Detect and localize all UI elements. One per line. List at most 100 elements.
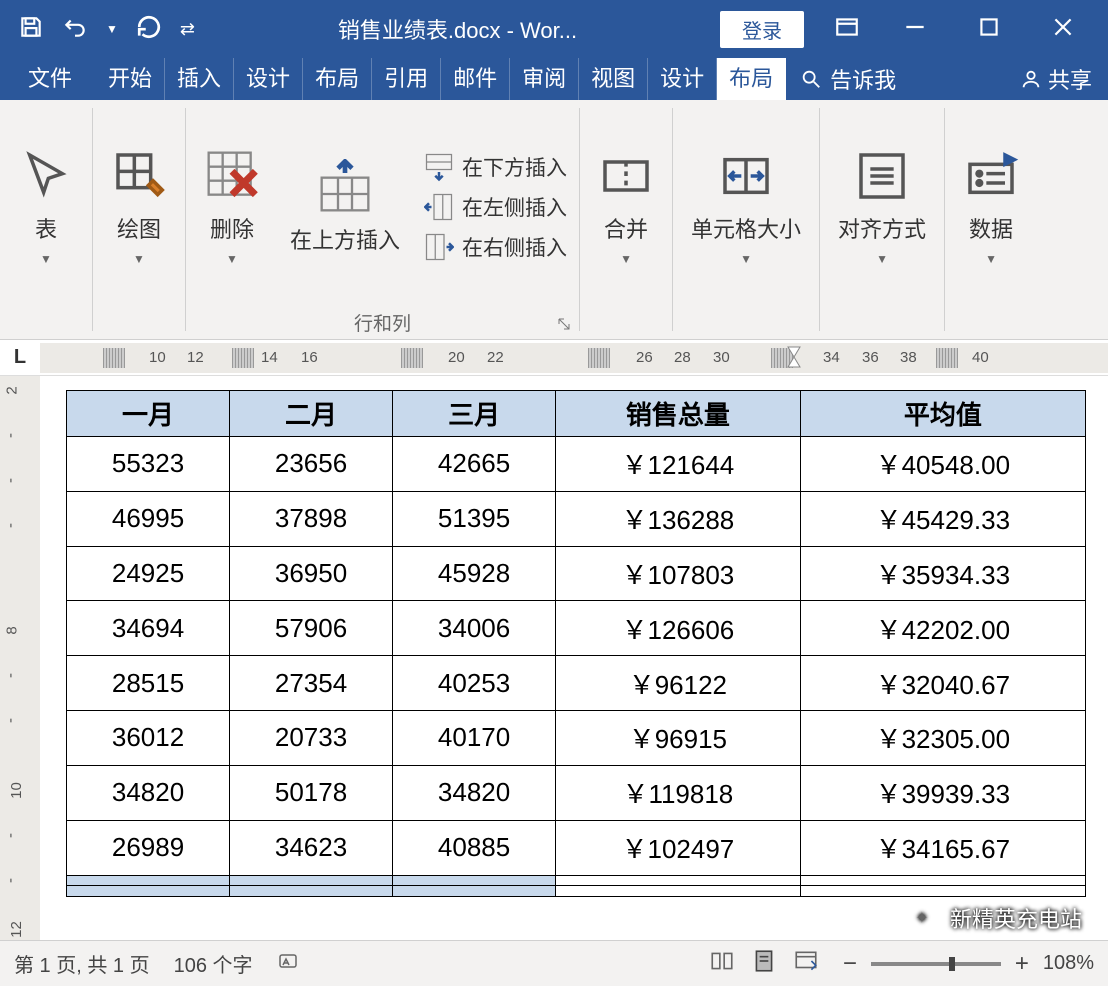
table-cell[interactable] — [556, 886, 801, 897]
table-cell[interactable]: 55323 — [67, 437, 230, 492]
maximize-icon[interactable] — [976, 14, 1002, 45]
word-count[interactable]: 106 个字 — [174, 949, 253, 978]
table-cell[interactable] — [556, 875, 801, 886]
read-mode-icon[interactable] — [709, 948, 735, 980]
table-cell[interactable]: 23656 — [230, 437, 393, 492]
table-cell[interactable]: ￥35934.33 — [800, 546, 1085, 601]
table-cell[interactable]: 50178 — [230, 765, 393, 820]
sales-table[interactable]: 一月二月三月销售总量平均值 553232365642665￥121644￥405… — [66, 390, 1086, 897]
data-button[interactable]: 数据▼ — [951, 132, 1031, 282]
table-cell[interactable]: 34820 — [393, 765, 556, 820]
tab-references[interactable]: 引用 — [372, 58, 441, 100]
table-cell[interactable]: 34006 — [393, 601, 556, 656]
print-layout-icon[interactable] — [751, 948, 777, 980]
table-cell[interactable] — [67, 886, 230, 897]
table-cell[interactable]: 36950 — [230, 546, 393, 601]
column-marker[interactable] — [103, 348, 125, 368]
table-cell[interactable] — [230, 886, 393, 897]
table-cell[interactable]: 42665 — [393, 437, 556, 492]
table-cell[interactable] — [393, 886, 556, 897]
tab-view[interactable]: 视图 — [579, 58, 648, 100]
table-row[interactable] — [67, 875, 1086, 886]
table-header[interactable]: 平均值 — [800, 391, 1085, 437]
select-table-button[interactable]: 表▼ — [6, 132, 86, 282]
table-cell[interactable]: ￥136288 — [556, 491, 801, 546]
zoom-level[interactable]: 108% — [1043, 952, 1094, 975]
zoom-in-button[interactable]: + — [1015, 950, 1029, 978]
merge-button[interactable]: 合并▼ — [586, 132, 666, 282]
table-cell[interactable]: 28515 — [67, 656, 230, 711]
table-row[interactable]: 269893462340885￥102497￥34165.67 — [67, 820, 1086, 875]
tab-table-design[interactable]: 设计 — [648, 58, 717, 100]
table-cell[interactable]: 20733 — [230, 711, 393, 766]
column-marker[interactable] — [936, 348, 958, 368]
table-cell[interactable]: ￥32305.00 — [800, 711, 1085, 766]
table-cell[interactable]: 34694 — [67, 601, 230, 656]
page-count[interactable]: 第 1 页, 共 1 页 — [14, 949, 150, 978]
redo-icon[interactable] — [136, 14, 162, 45]
table-cell[interactable]: ￥96915 — [556, 711, 801, 766]
table-cell[interactable]: 34820 — [67, 765, 230, 820]
table-cell[interactable]: 27354 — [230, 656, 393, 711]
table-cell[interactable]: 26989 — [67, 820, 230, 875]
table-cell[interactable]: 46995 — [67, 491, 230, 546]
tell-me-search[interactable]: 告诉我 — [800, 63, 1020, 95]
table-row[interactable]: 348205017834820￥119818￥39939.33 — [67, 765, 1086, 820]
table-row[interactable]: 469953789851395￥136288￥45429.33 — [67, 491, 1086, 546]
table-cell[interactable] — [393, 875, 556, 886]
table-cell[interactable]: 24925 — [67, 546, 230, 601]
tab-home[interactable]: 开始 — [96, 58, 165, 100]
table-cell[interactable]: 37898 — [230, 491, 393, 546]
tab-file[interactable]: 文件 — [16, 58, 96, 100]
table-header[interactable]: 三月 — [393, 391, 556, 437]
tab-layout[interactable]: 布局 — [303, 58, 372, 100]
table-row[interactable] — [67, 886, 1086, 897]
table-cell[interactable]: ￥39939.33 — [800, 765, 1085, 820]
table-header[interactable]: 二月 — [230, 391, 393, 437]
qat-customize[interactable]: ⇄ — [180, 19, 195, 40]
table-cell[interactable]: ￥96122 — [556, 656, 801, 711]
table-cell[interactable]: ￥102497 — [556, 820, 801, 875]
table-cell[interactable]: ￥119818 — [556, 765, 801, 820]
table-cell[interactable]: ￥121644 — [556, 437, 801, 492]
share-button[interactable]: 共享 — [1020, 63, 1092, 95]
save-icon[interactable] — [18, 14, 44, 45]
tab-review[interactable]: 审阅 — [510, 58, 579, 100]
insert-below-button[interactable]: 在下方插入 — [418, 150, 573, 184]
table-cell[interactable]: 40170 — [393, 711, 556, 766]
table-row[interactable]: 285152735440253￥96122￥32040.67 — [67, 656, 1086, 711]
undo-dropdown[interactable]: ▼ — [106, 22, 118, 36]
table-cell[interactable]: ￥34165.67 — [800, 820, 1085, 875]
cell-size-button[interactable]: 单元格大小▼ — [679, 132, 813, 282]
tab-insert[interactable]: 插入 — [165, 58, 234, 100]
document-page[interactable]: 一月二月三月销售总量平均值 553232365642665￥121644￥405… — [40, 376, 1108, 980]
table-header[interactable]: 销售总量 — [556, 391, 801, 437]
table-cell[interactable] — [800, 875, 1085, 886]
zoom-slider[interactable] — [871, 962, 1001, 966]
tab-mail[interactable]: 邮件 — [441, 58, 510, 100]
delete-button[interactable]: 删除▼ — [192, 132, 272, 282]
tab-design[interactable]: 设计 — [234, 58, 303, 100]
login-button[interactable]: 登录 — [720, 11, 804, 48]
dialog-launcher-icon[interactable] — [557, 317, 573, 333]
column-marker[interactable] — [401, 348, 423, 368]
vertical-ruler[interactable]: 2---8--10--12 — [0, 376, 40, 980]
table-cell[interactable]: ￥45429.33 — [800, 491, 1085, 546]
web-layout-icon[interactable] — [793, 948, 819, 980]
tab-selector[interactable]: L — [0, 346, 40, 369]
insert-right-button[interactable]: 在右侧插入 — [418, 230, 573, 264]
align-button[interactable]: 对齐方式▼ — [826, 132, 938, 282]
table-cell[interactable]: ￥40548.00 — [800, 437, 1085, 492]
table-cell[interactable]: ￥107803 — [556, 546, 801, 601]
ribbon-options-icon[interactable] — [834, 14, 860, 45]
table-cell[interactable] — [230, 875, 393, 886]
table-cell[interactable]: 40253 — [393, 656, 556, 711]
table-cell[interactable]: 34623 — [230, 820, 393, 875]
table-cell[interactable]: 40885 — [393, 820, 556, 875]
tab-table-layout[interactable]: 布局 — [717, 58, 786, 100]
draw-button[interactable]: 绘图▼ — [99, 132, 179, 282]
table-cell[interactable]: 57906 — [230, 601, 393, 656]
column-marker[interactable] — [232, 348, 254, 368]
minimize-icon[interactable] — [902, 14, 928, 45]
table-row[interactable]: 360122073340170￥96915￥32305.00 — [67, 711, 1086, 766]
